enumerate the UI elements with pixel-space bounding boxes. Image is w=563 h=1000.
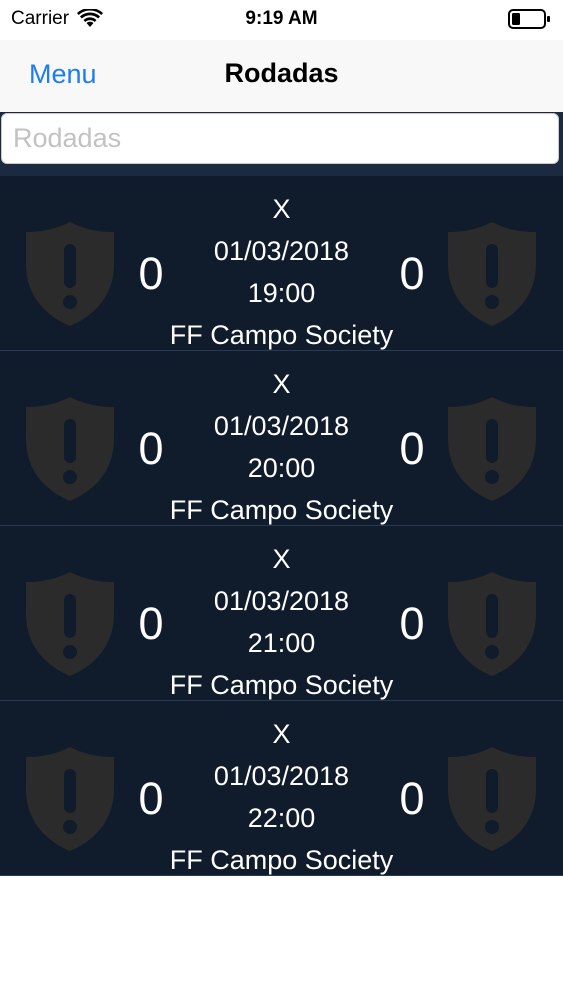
list-header-spacer [0,168,563,176]
match-row[interactable]: 0 X 01/03/2018 22:00 FF Campo Society 0 [0,701,563,876]
match-list: 0 X 01/03/2018 19:00 FF Campo Society 0 … [0,176,563,876]
match-row[interactable]: 0 X 01/03/2018 21:00 FF Campo Society 0 [0,526,563,701]
page-title: Rodadas [224,58,339,88]
match-row[interactable]: 0 X 01/03/2018 19:00 FF Campo Society 0 [0,176,563,351]
away-score: 0 [399,598,425,649]
battery-icon [508,9,550,29]
status-bar: Carrier 9:19 AM [0,0,563,40]
navigation-bar: Menu Rodadas [0,40,563,112]
search-input[interactable] [1,113,559,164]
away-team-crest-icon [448,222,536,326]
away-score: 0 [399,423,425,474]
search-bar [0,112,563,168]
match-row[interactable]: 0 X 01/03/2018 20:00 FF Campo Society 0 [0,351,563,526]
away-team-crest-icon [448,397,536,501]
away-team-crest-icon [448,572,536,676]
away-team-crest-icon [448,747,536,851]
away-score: 0 [399,248,425,299]
status-time: 9:19 AM [245,8,318,29]
away-score: 0 [399,773,425,824]
